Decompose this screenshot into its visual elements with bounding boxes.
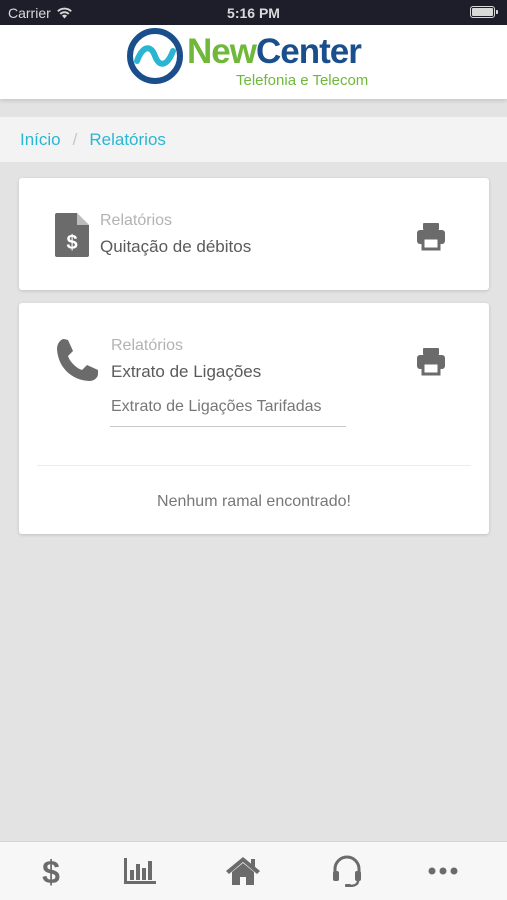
logo-name-new: New <box>187 32 257 71</box>
logo-name-center: Center <box>255 32 362 71</box>
tab-home[interactable] <box>192 842 293 900</box>
tab-finance[interactable]: $ <box>0 842 101 900</box>
dollar-icon: $ <box>42 854 60 888</box>
bottom-tab-bar: $ <box>0 841 507 900</box>
clock: 5:16 PM <box>227 5 280 21</box>
svg-text:$: $ <box>66 232 77 254</box>
home-icon <box>225 857 260 885</box>
logo-tagline: Telefonia e Telecom <box>236 72 369 89</box>
phone-icon <box>57 339 98 381</box>
card-divider <box>37 465 471 466</box>
card-title: Extrato de Ligações <box>111 362 262 381</box>
card-kicker: Relatórios <box>111 337 184 354</box>
breadcrumb-home-link[interactable]: Início <box>20 130 61 150</box>
bar-chart-icon <box>123 858 156 884</box>
svg-text:$: $ <box>42 854 60 888</box>
breadcrumb-separator: / <box>72 129 78 149</box>
print-icon[interactable] <box>415 220 447 252</box>
status-bar: Carrier 5:16 PM <box>0 0 507 25</box>
headset-icon <box>332 855 361 887</box>
print-icon[interactable] <box>415 345 447 377</box>
empty-extensions-message: Nenhum ramal encontrado! <box>157 493 351 510</box>
tab-more[interactable] <box>392 842 493 900</box>
card-kicker: Relatórios <box>100 212 173 229</box>
breadcrumb-current-link[interactable]: Relatórios <box>89 130 166 150</box>
select-underline <box>110 426 346 427</box>
breadcrumb: Início / Relatórios <box>0 117 507 162</box>
app-header: NewCenter Telefonia e Telecom <box>0 25 507 99</box>
report-card-debt-settlement[interactable]: $ Relatórios Quitação de débitos <box>19 178 489 290</box>
tab-support[interactable] <box>296 842 397 900</box>
more-icon <box>428 867 457 875</box>
logo-name: NewCenter <box>187 32 362 71</box>
card-title: Quitação de débitos <box>100 237 252 256</box>
newcenter-logo: NewCenter Telefonia e Telecom <box>127 28 383 90</box>
battery-icon <box>470 6 498 18</box>
tab-reports[interactable] <box>89 842 190 900</box>
invoice-icon: $ <box>55 213 89 257</box>
report-card-call-statement: Relatórios Extrato de Ligações Extrato d… <box>19 303 489 534</box>
call-statement-select[interactable]: Extrato de Ligações Tarifadas <box>111 398 322 416</box>
logo-mark-icon <box>127 28 183 84</box>
